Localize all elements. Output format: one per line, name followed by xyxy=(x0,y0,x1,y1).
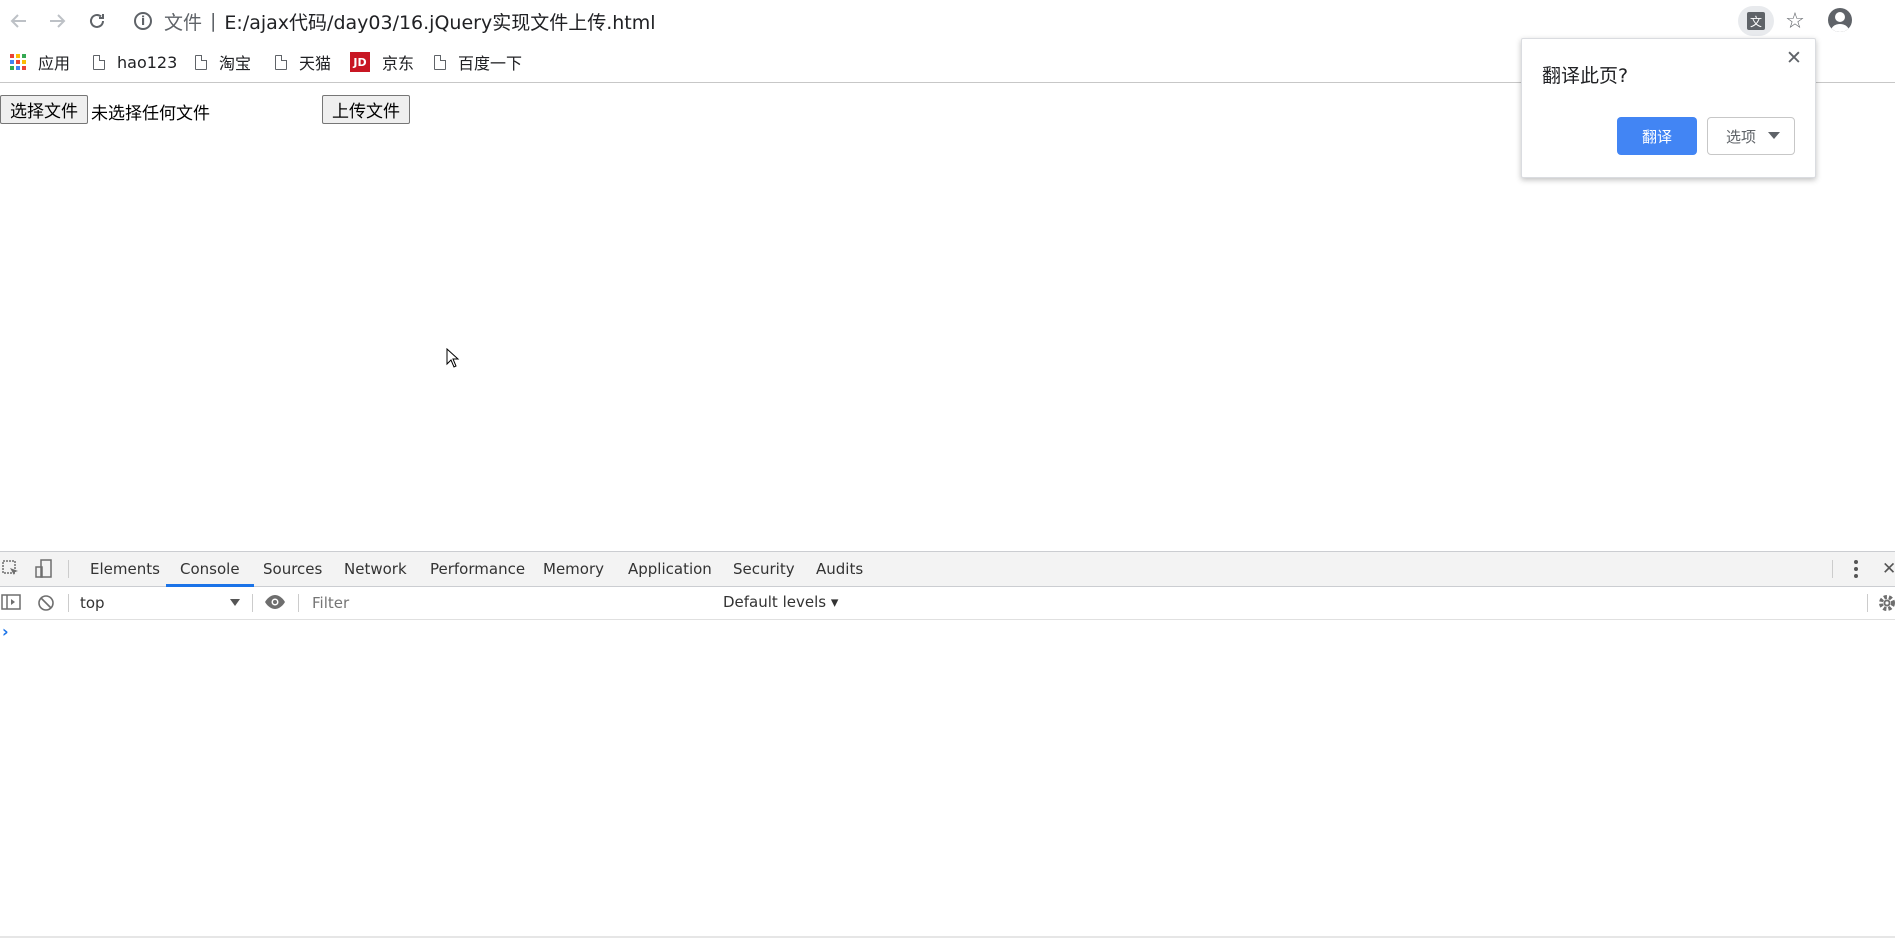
bookmark-hao123[interactable]: hao123 xyxy=(93,50,177,74)
bookmark-label: 应用 xyxy=(38,54,71,73)
scheme-label: 文件 xyxy=(164,11,203,34)
tab-sources[interactable]: Sources xyxy=(249,552,336,586)
translate-icon[interactable]: 文 xyxy=(1738,6,1774,36)
back-button[interactable] xyxy=(6,8,32,34)
bookmark-tmall[interactable]: 天猫 xyxy=(275,50,331,74)
options-label: 选项 xyxy=(1726,127,1757,146)
chevron-down-icon xyxy=(1768,132,1780,139)
bookmark-star-icon[interactable]: ☆ xyxy=(1780,6,1810,36)
window-bottom-border xyxy=(0,936,1895,938)
default-levels-dropdown[interactable]: Default levels ▾ xyxy=(723,593,838,611)
page-icon xyxy=(93,54,105,70)
bookmark-label: 京东 xyxy=(382,54,415,73)
translate-button[interactable]: 翻译 xyxy=(1617,117,1697,155)
tab-memory[interactable]: Memory xyxy=(529,552,618,586)
address-separator: | xyxy=(210,10,217,32)
address-bar[interactable]: i 文件 | E:/ajax代码/day03/16.jQuery实现文件上传.h… xyxy=(134,6,656,36)
console-prompt[interactable]: › xyxy=(2,622,9,641)
bookmark-baidu[interactable]: 百度一下 xyxy=(434,50,522,74)
choose-file-button[interactable]: 选择文件 xyxy=(0,95,88,124)
tab-security[interactable]: Security xyxy=(719,552,809,586)
context-selector[interactable]: top xyxy=(80,594,240,612)
bookmark-apps[interactable]: 应用 xyxy=(10,50,70,74)
options-dropdown[interactable]: 选项 xyxy=(1707,117,1795,155)
close-icon[interactable]: ✕ xyxy=(1786,47,1802,69)
devtools-tab-bar: Elements Console Sources Network Perform… xyxy=(0,552,1895,587)
jd-icon: JD xyxy=(350,52,370,72)
bookmark-label: 天猫 xyxy=(299,54,332,73)
page-icon xyxy=(195,54,207,70)
page-icon xyxy=(434,54,446,70)
translate-popup: 翻译此页? ✕ 翻译 选项 xyxy=(1521,38,1816,178)
device-toolbar-icon[interactable] xyxy=(34,559,54,583)
bookmark-label: 百度一下 xyxy=(458,54,523,73)
context-value: top xyxy=(80,594,105,612)
gear-icon[interactable] xyxy=(1877,593,1895,617)
tab-elements[interactable]: Elements xyxy=(76,552,174,586)
forward-button[interactable] xyxy=(44,8,70,34)
tab-network[interactable]: Network xyxy=(330,552,421,586)
bookmark-label: 淘宝 xyxy=(219,54,252,73)
info-icon[interactable]: i xyxy=(134,12,152,30)
browser-toolbar: i 文件 | E:/ajax代码/day03/16.jQuery实现文件上传.h… xyxy=(0,0,1895,42)
translate-popup-title: 翻译此页? xyxy=(1542,65,1629,87)
close-devtools-icon[interactable]: ✕ xyxy=(1882,559,1895,579)
translate-glyph: 文 xyxy=(1747,12,1765,30)
bookmark-label: hao123 xyxy=(117,52,178,72)
console-filter-input[interactable] xyxy=(310,591,694,615)
devtools-panel: Elements Console Sources Network Perform… xyxy=(0,551,1895,940)
sidebar-toggle-icon[interactable] xyxy=(1,594,21,614)
no-file-text: 未选择任何文件 xyxy=(91,104,210,124)
tab-audits[interactable]: Audits xyxy=(802,552,877,586)
profile-avatar-icon[interactable] xyxy=(1828,8,1852,32)
arrow-right-icon xyxy=(50,14,66,28)
mouse-cursor-icon xyxy=(446,347,460,372)
page-icon xyxy=(275,54,287,70)
clear-console-icon[interactable] xyxy=(37,594,55,616)
chevron-down-icon xyxy=(230,599,240,606)
url-text[interactable]: E:/ajax代码/day03/16.jQuery实现文件上传.html xyxy=(224,8,655,35)
tab-performance[interactable]: Performance xyxy=(416,552,539,586)
tab-application[interactable]: Application xyxy=(614,552,726,586)
more-options-icon[interactable] xyxy=(1852,558,1860,580)
bookmark-taobao[interactable]: 淘宝 xyxy=(195,50,251,74)
reload-button[interactable] xyxy=(84,8,110,34)
arrow-left-icon xyxy=(10,14,26,28)
tab-console[interactable]: Console xyxy=(166,552,254,587)
inspect-element-icon[interactable] xyxy=(2,560,20,582)
console-toolbar: top Default levels ▾ xyxy=(0,587,1895,620)
upload-file-button[interactable]: 上传文件 xyxy=(322,95,410,124)
apps-icon xyxy=(10,54,26,70)
eye-icon[interactable] xyxy=(264,594,286,614)
bookmark-jd[interactable]: JD 京东 xyxy=(350,50,414,74)
reload-icon xyxy=(90,13,104,28)
